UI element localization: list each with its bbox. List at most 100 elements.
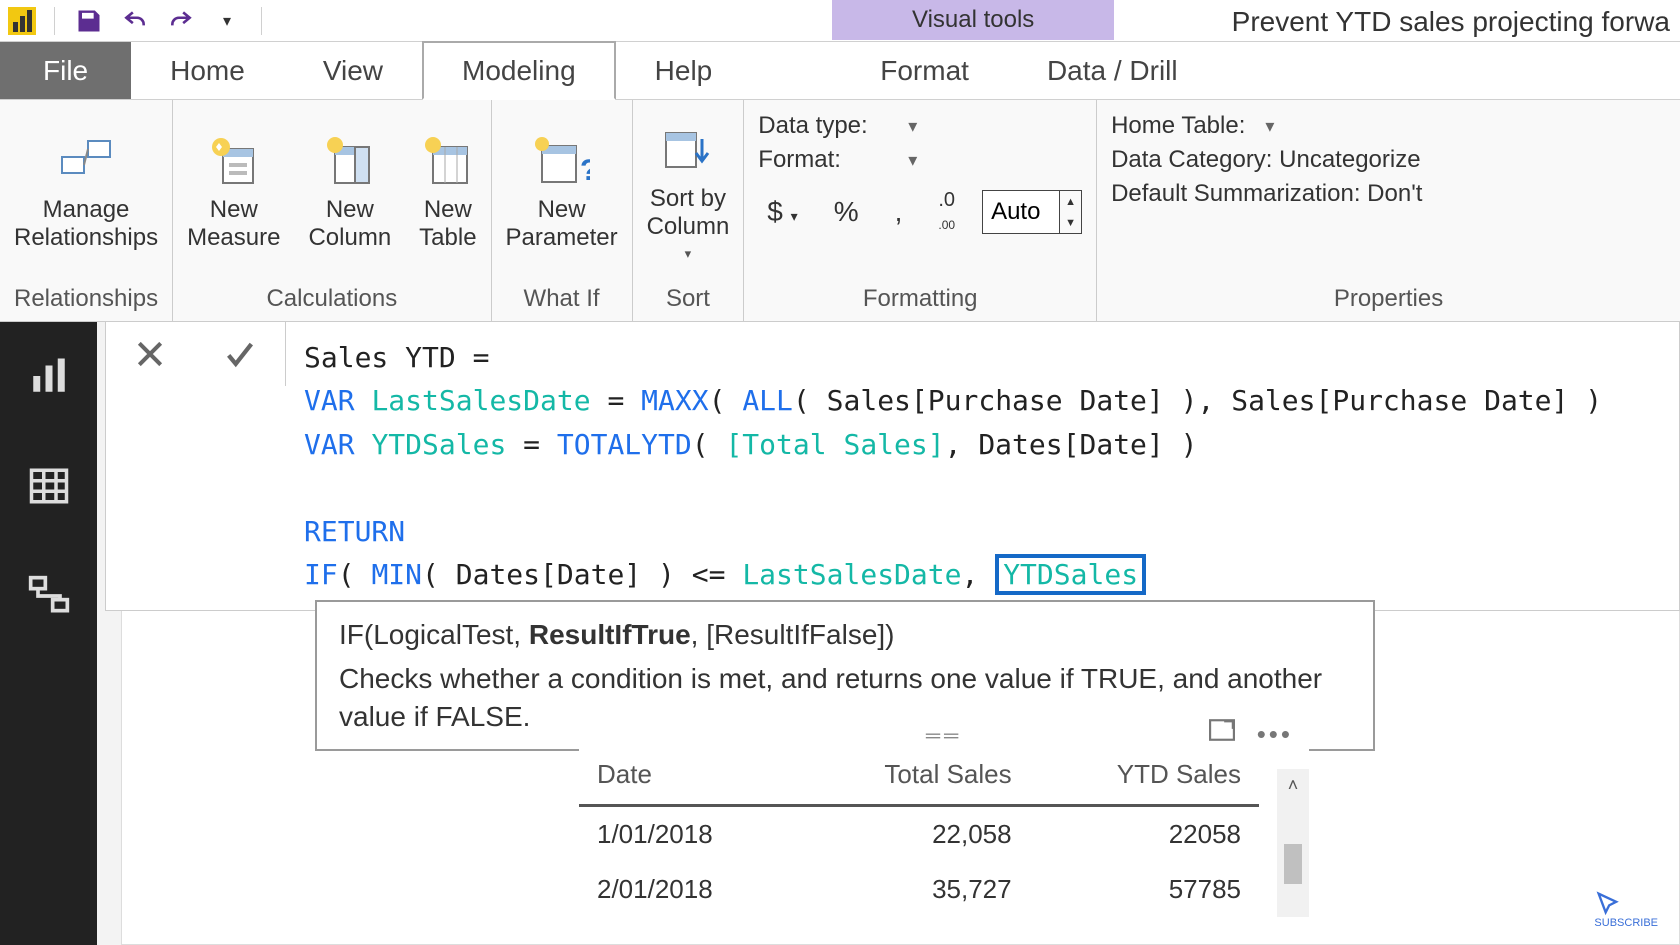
group-sort: Sort by Column ▾ Sort [633,100,745,321]
more-options-icon[interactable]: ••• [1257,719,1293,750]
default-summarization-label: Default Summarization: Don't [1111,180,1422,208]
subscribe-watermark: SUBSCRIBE [1594,889,1658,929]
format-label: Format: [758,146,888,174]
bar-chart-icon [28,355,70,397]
table-icon [28,465,70,507]
app-logo-icon [8,7,36,35]
selected-token[interactable]: YTDSales [995,554,1146,595]
model-icon [27,574,71,618]
currency-button[interactable]: $ ▾ [758,191,806,233]
data-type-dropdown[interactable]: ▾ [908,116,917,137]
group-label: Relationships [14,279,158,317]
model-view-button[interactable] [21,568,77,624]
sort-icon [660,123,716,179]
formula-cancel-button[interactable] [134,338,166,370]
new-column-icon [322,134,378,190]
formula-commit-button[interactable] [223,337,257,371]
scroll-thumb[interactable] [1284,844,1302,884]
ribbon-tabs: File Home View Modeling Help Format Data… [0,42,1680,100]
tab-format[interactable]: Format [841,42,1008,99]
step-up[interactable]: ▲ [1060,191,1081,212]
table-row[interactable]: 2/01/2018 35,727 57785 [579,862,1259,917]
nav-rail [0,322,97,945]
data-type-label: Data type: [758,112,888,140]
new-measure-button[interactable]: New Measure [187,134,280,251]
new-table-button[interactable]: New Table [419,134,476,251]
check-icon [223,337,257,371]
decimal-places-stepper[interactable]: ▲▼ [982,190,1082,234]
contextual-tab-group: Visual tools [832,0,1114,42]
new-table-icon [420,134,476,190]
group-label: Formatting [758,279,1082,317]
group-relationships: Manage Relationships Relationships [0,100,173,321]
col-total-sales[interactable]: Total Sales [796,745,1030,806]
table-scrollbar[interactable]: ˄ [1277,769,1309,917]
save-icon [75,7,103,35]
focus-mode-icon[interactable] [1209,719,1235,750]
svg-text:?: ? [580,154,590,187]
group-calculations: New Measure New Column New Table Calcula… [173,100,491,321]
canvas-area: Prev Sales YTD = VAR LastSalesDate = MAX… [97,322,1680,945]
new-parameter-button[interactable]: ? New Parameter [506,134,618,251]
ribbon: Manage Relationships Relationships New M… [0,100,1680,322]
undo-icon [120,8,150,34]
group-label: What If [506,279,618,317]
formula-bar: Sales YTD = VAR LastSalesDate = MAXX( AL… [105,322,1680,611]
group-what-if: ? New Parameter What If [492,100,633,321]
new-parameter-icon: ? [534,134,590,190]
tab-help[interactable]: Help [616,42,752,99]
tab-modeling[interactable]: Modeling [422,41,616,100]
save-button[interactable] [73,5,105,37]
table-visual[interactable]: ══ ••• Date Total Sales YTD Sales 1/01/2… [579,727,1309,917]
group-formatting: Data type: ▾ Format: ▾ $ ▾ % , .0.00 ▲▼ … [744,100,1097,321]
col-ytd-sales[interactable]: YTD Sales [1030,745,1259,806]
data-table: Date Total Sales YTD Sales 1/01/2018 22,… [579,745,1259,917]
home-table-label: Home Table: [1111,112,1245,140]
document-title: Prevent YTD sales projecting forwa [1232,6,1670,38]
redo-button[interactable] [165,5,197,37]
col-date[interactable]: Date [579,745,796,806]
undo-button[interactable] [119,5,151,37]
group-label: Calculations [187,279,476,317]
tooltip-description: Checks whether a condition is met, and r… [339,660,1351,736]
divider [261,7,262,35]
cursor-click-icon [1594,889,1622,917]
label: New Column [308,196,391,251]
visual-tools-tab-header[interactable]: Visual tools [832,0,1114,40]
workspace: Prev Sales YTD = VAR LastSalesDate = MAX… [0,322,1680,945]
report-view-button[interactable] [21,348,77,404]
scroll-up-icon[interactable]: ˄ [1288,769,1299,802]
tab-view[interactable]: View [284,42,422,99]
group-label: Properties [1111,279,1666,317]
group-properties: Home Table: ▾ Data Category: Uncategoriz… [1097,100,1680,321]
format-dropdown[interactable]: ▾ [908,150,917,171]
label: Manage Relationships [14,196,158,251]
tab-home[interactable]: Home [131,42,284,99]
data-view-button[interactable] [21,458,77,514]
group-label: Sort [647,279,730,317]
label: New Table [419,196,476,251]
divider [54,7,55,35]
redo-icon [166,8,196,34]
home-table-dropdown[interactable]: ▾ [1265,116,1274,137]
title-bar: ▾ Visual tools Prevent YTD sales project… [0,0,1680,42]
formula-editor[interactable]: Sales YTD = VAR LastSalesDate = MAXX( AL… [286,322,1620,610]
drag-handle-icon[interactable]: ══ [579,727,1309,745]
decimal-places-input[interactable] [983,191,1059,233]
qat-customize-button[interactable]: ▾ [211,5,243,37]
step-down[interactable]: ▼ [1060,212,1081,233]
thousands-button[interactable]: , [886,191,912,233]
tab-data-drill[interactable]: Data / Drill [1008,42,1217,99]
label: New Parameter [506,196,618,251]
label: Sort by Column [647,185,730,240]
sort-by-column-button[interactable]: Sort by Column ▾ [647,123,730,261]
new-measure-icon [206,134,262,190]
quick-access-toolbar: ▾ [0,0,266,41]
tooltip-signature: IF(LogicalTest, ResultIfTrue, [ResultIfF… [339,616,1351,654]
manage-relationships-button[interactable]: Manage Relationships [14,134,158,251]
new-column-button[interactable]: New Column [308,134,391,251]
relationships-icon [58,134,114,190]
percent-button[interactable]: % [825,191,868,233]
tab-file[interactable]: File [0,42,131,99]
table-row[interactable]: 1/01/2018 22,058 22058 [579,806,1259,863]
